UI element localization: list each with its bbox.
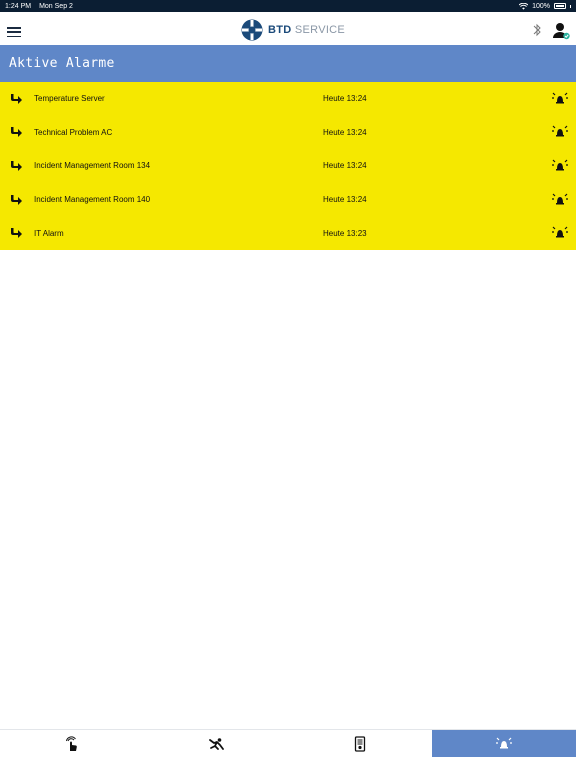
alarm-list: Temperature Server Heute 13:24 Technical…	[0, 82, 576, 250]
alarm-bell-icon	[552, 159, 568, 171]
hamburger-menu-icon[interactable]	[7, 27, 21, 37]
alarm-name: Temperature Server	[34, 94, 105, 104]
alarm-name: Incident Management Room 134	[34, 161, 151, 171]
alarm-time: Heute 13:24	[323, 195, 367, 205]
logo: BTD SERVICE	[241, 19, 345, 41]
tab-touch[interactable]	[0, 730, 144, 757]
touch-hand-icon	[66, 735, 77, 751]
battery-tip	[570, 4, 571, 8]
alarm-row[interactable]: Incident Management Room 140 Heute 13:24	[0, 183, 576, 217]
logo-mark-icon	[241, 19, 263, 41]
tab-bar	[0, 729, 576, 757]
alarm-row[interactable]: IT Alarm Heute 13:23	[0, 216, 576, 250]
alarm-bell-icon	[496, 737, 512, 748]
logo-service: SERVICE	[294, 24, 346, 36]
logo-brand: BTD	[268, 24, 292, 36]
battery-icon	[554, 3, 566, 9]
wifi-icon	[519, 2, 529, 10]
navigation-bar: BTD SERVICE	[0, 12, 576, 45]
page-title: Aktive Alarme	[0, 45, 576, 82]
bluetooth-icon[interactable]	[532, 22, 542, 38]
tab-fall-detection[interactable]	[144, 730, 288, 757]
alarm-row[interactable]: Temperature Server Heute 13:24	[0, 82, 576, 116]
tab-documents[interactable]	[288, 730, 432, 757]
document-icon	[354, 735, 366, 752]
alarm-bell-icon	[552, 92, 568, 104]
alarm-name: Incident Management Room 140	[34, 195, 151, 205]
logo-text: BTD SERVICE	[268, 24, 345, 36]
status-date: Mon Sep 2	[39, 2, 73, 10]
alarm-time: Heute 13:24	[323, 161, 367, 171]
alarm-row[interactable]: Technical Problem AC Heute 13:24	[0, 116, 576, 150]
alarm-bell-icon	[552, 125, 568, 137]
forward-arrow-icon	[11, 160, 22, 171]
alarm-time: Heute 13:24	[323, 127, 367, 137]
tab-alarms[interactable]	[432, 730, 576, 757]
forward-arrow-icon	[11, 194, 22, 205]
battery-percent: 100%	[532, 2, 550, 10]
alarm-time: Heute 13:23	[323, 228, 367, 238]
alarm-bell-icon	[552, 193, 568, 205]
forward-arrow-icon	[11, 93, 22, 104]
status-bar: 1:24 PM Mon Sep 2 100%	[0, 0, 576, 12]
alarm-row[interactable]: Incident Management Room 134 Heute 13:24	[0, 149, 576, 183]
person-falling-icon	[209, 737, 224, 750]
alarm-name: IT Alarm	[34, 228, 64, 238]
alarm-bell-icon	[552, 226, 568, 238]
alarm-time: Heute 13:24	[323, 94, 367, 104]
user-verified-icon[interactable]	[552, 22, 570, 40]
status-time: 1:24 PM	[5, 2, 32, 10]
forward-arrow-icon	[11, 228, 22, 239]
alarm-name: Technical Problem AC	[34, 127, 113, 137]
home-indicator-area	[0, 757, 576, 768]
forward-arrow-icon	[11, 127, 22, 138]
